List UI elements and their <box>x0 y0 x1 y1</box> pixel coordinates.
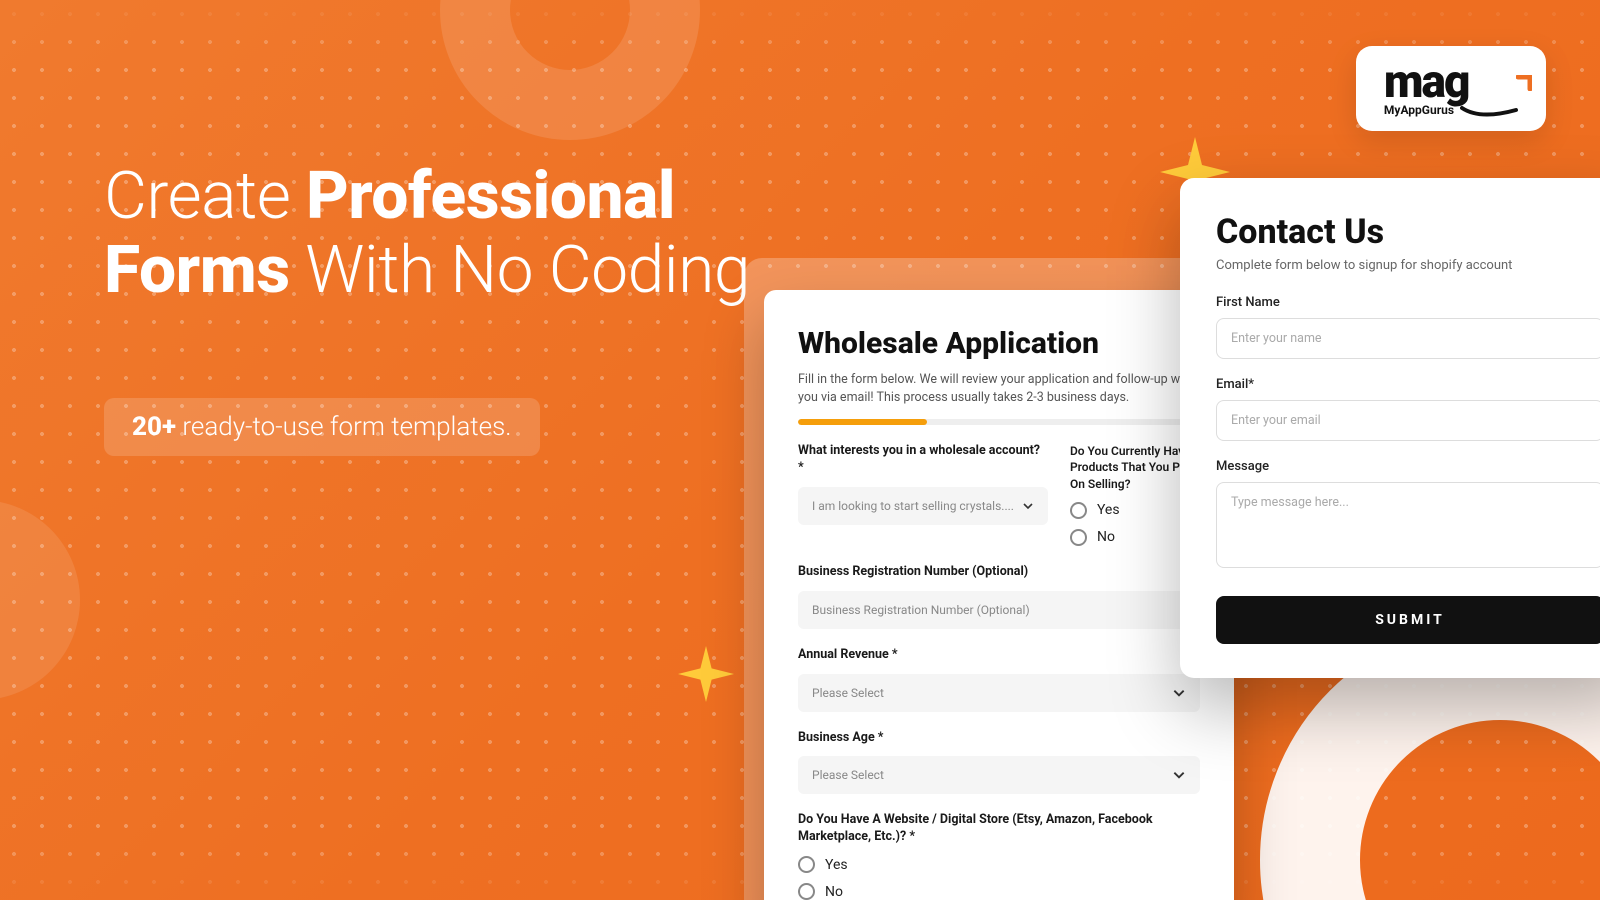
contact-us-form: Contact Us Complete form below to signup… <box>1180 178 1600 678</box>
chevron-down-icon <box>1022 500 1034 512</box>
radio-label: Yes <box>1097 502 1120 518</box>
marketing-canvas: mag MyAppGurus Create Professional Forms… <box>0 0 1600 900</box>
radio-icon <box>1070 529 1087 546</box>
radio-no[interactable]: No <box>798 883 1200 900</box>
radio-label: Yes <box>825 857 848 873</box>
progress-bar-fill <box>798 419 927 425</box>
business-age-select[interactable]: Please Select <box>798 756 1200 794</box>
decor-blob-left <box>0 500 80 700</box>
interest-select-value: I am looking to start selling crystals..… <box>812 499 1014 513</box>
radio-label: No <box>825 884 843 900</box>
select-placeholder: Please Select <box>812 768 884 782</box>
tagline-pill: 20+ ready-to-use form templates. <box>104 398 540 456</box>
revenue-label: Annual Revenue * <box>798 647 1200 664</box>
tagline-bold: 20+ <box>132 412 176 442</box>
first-name-label: First Name <box>1216 295 1600 310</box>
brand-swoosh-icon <box>1460 103 1518 117</box>
wholesale-application-form: Wholesale Application Fill in the form b… <box>764 290 1234 900</box>
first-name-input[interactable] <box>1216 318 1600 359</box>
contact-description: Complete form below to signup for shopif… <box>1216 258 1600 273</box>
interest-select[interactable]: I am looking to start selling crystals..… <box>798 487 1048 525</box>
brn-label: Business Registration Number (Optional) <box>798 564 1200 581</box>
email-label: Email* <box>1216 377 1600 392</box>
progress-bar <box>798 419 1200 425</box>
headline: Create Professional Forms With No Coding <box>104 160 804 308</box>
select-placeholder: Please Select <box>812 686 884 700</box>
radio-label: No <box>1097 529 1115 545</box>
radio-yes[interactable]: Yes <box>798 856 1200 873</box>
decor-ring-top <box>440 0 700 140</box>
submit-button[interactable]: SUBMIT <box>1216 596 1600 644</box>
brand-name: mag <box>1384 64 1469 101</box>
headline-part: Create <box>104 158 306 235</box>
tagline-rest: ready-to-use form templates. <box>176 412 512 442</box>
contact-title: Contact Us <box>1216 212 1600 252</box>
chevron-down-icon <box>1172 768 1186 782</box>
brand-logo: mag MyAppGurus <box>1356 46 1546 131</box>
website-question-label: Do You Have A Website / Digital Store (E… <box>798 812 1200 846</box>
chevron-down-icon <box>1172 686 1186 700</box>
message-label: Message <box>1216 459 1600 474</box>
headline-part: With No Coding <box>290 232 750 309</box>
revenue-select[interactable]: Please Select <box>798 674 1200 712</box>
message-textarea[interactable] <box>1216 482 1600 568</box>
form-title: Wholesale Application <box>798 326 1200 361</box>
brn-input[interactable]: Business Registration Number (Optional) <box>798 591 1200 629</box>
business-age-label: Business Age * <box>798 730 1200 747</box>
form-description: Fill in the form below. We will review y… <box>798 371 1200 407</box>
radio-icon <box>798 883 815 900</box>
input-placeholder: Business Registration Number (Optional) <box>812 603 1030 617</box>
email-input[interactable] <box>1216 400 1600 441</box>
radio-icon <box>798 856 815 873</box>
brand-accent-icon <box>1516 58 1532 74</box>
radio-icon <box>1070 502 1087 519</box>
interest-label: What interests you in a wholesale accoun… <box>798 443 1048 477</box>
sparkle-icon <box>678 646 734 702</box>
